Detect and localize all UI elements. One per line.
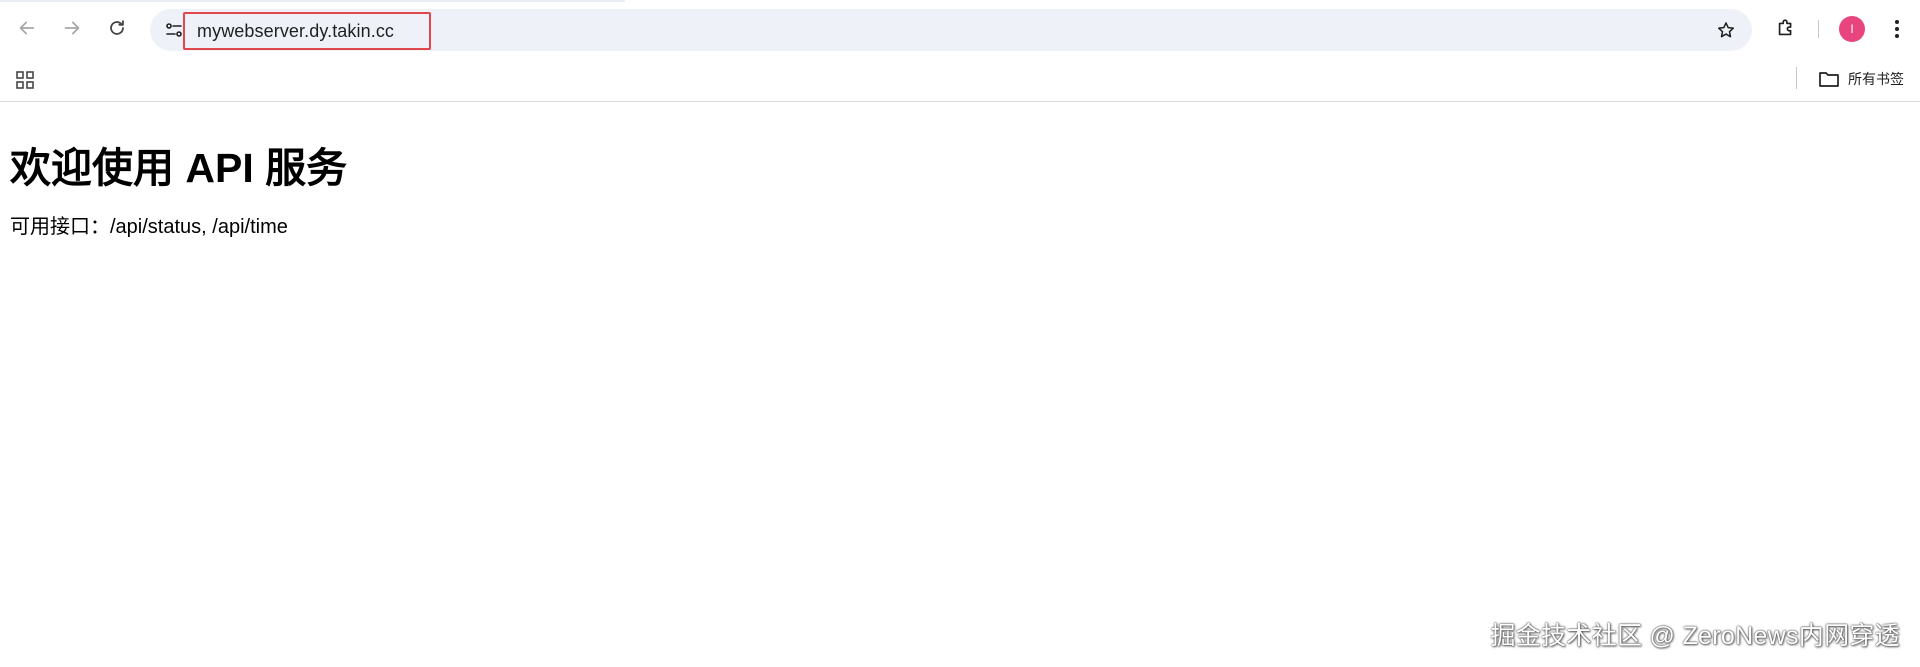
- forward-button[interactable]: [55, 11, 89, 45]
- reload-button[interactable]: [100, 11, 134, 45]
- url-text[interactable]: mywebserver.dy.takin.cc: [197, 21, 394, 42]
- browser-toolbar: mywebserver.dy.takin.cc I: [0, 0, 1920, 58]
- page-content: 欢迎使用 API 服务 可用接口：/api/status, /api/time …: [0, 102, 1920, 667]
- browser-menu-button[interactable]: [1884, 14, 1910, 44]
- page-title: 欢迎使用 API 服务: [10, 145, 348, 191]
- apps-button[interactable]: [13, 68, 37, 92]
- puzzle-icon: [1778, 19, 1792, 36]
- watermark-text: 掘金技术社区 @ ZeroNews内网穿透: [1490, 622, 1900, 650]
- kebab-menu-icon: [1895, 20, 1899, 38]
- avatar-initial: I: [1850, 22, 1854, 36]
- bookmarks-folder-label: 所有书签: [1848, 71, 1904, 87]
- url-highlight-box[interactable]: mywebserver.dy.takin.cc: [183, 12, 431, 50]
- folder-icon: [1819, 72, 1839, 87]
- arrow-left-icon: [19, 21, 35, 35]
- tab-strip-edge: [0, 0, 625, 2]
- page-description: 可用接口：/api/status, /api/time: [10, 216, 288, 238]
- all-bookmarks-folder[interactable]: 所有书签: [1812, 64, 1910, 94]
- star-icon: [1718, 22, 1734, 38]
- back-button[interactable]: [10, 11, 44, 45]
- extensions-button[interactable]: [1770, 12, 1802, 44]
- profile-avatar[interactable]: I: [1839, 16, 1865, 42]
- address-bar[interactable]: mywebserver.dy.takin.cc: [150, 9, 1752, 51]
- arrow-right-icon: [64, 21, 80, 35]
- tune-icon: [166, 23, 182, 37]
- reload-icon: [110, 20, 124, 35]
- toolbar-divider: [1818, 20, 1819, 38]
- bookmarks-divider: [1796, 67, 1797, 89]
- apps-grid-icon: [16, 71, 34, 89]
- bookmark-star-button[interactable]: [1714, 18, 1738, 42]
- bookmarks-bar: 所有书签: [0, 58, 1920, 102]
